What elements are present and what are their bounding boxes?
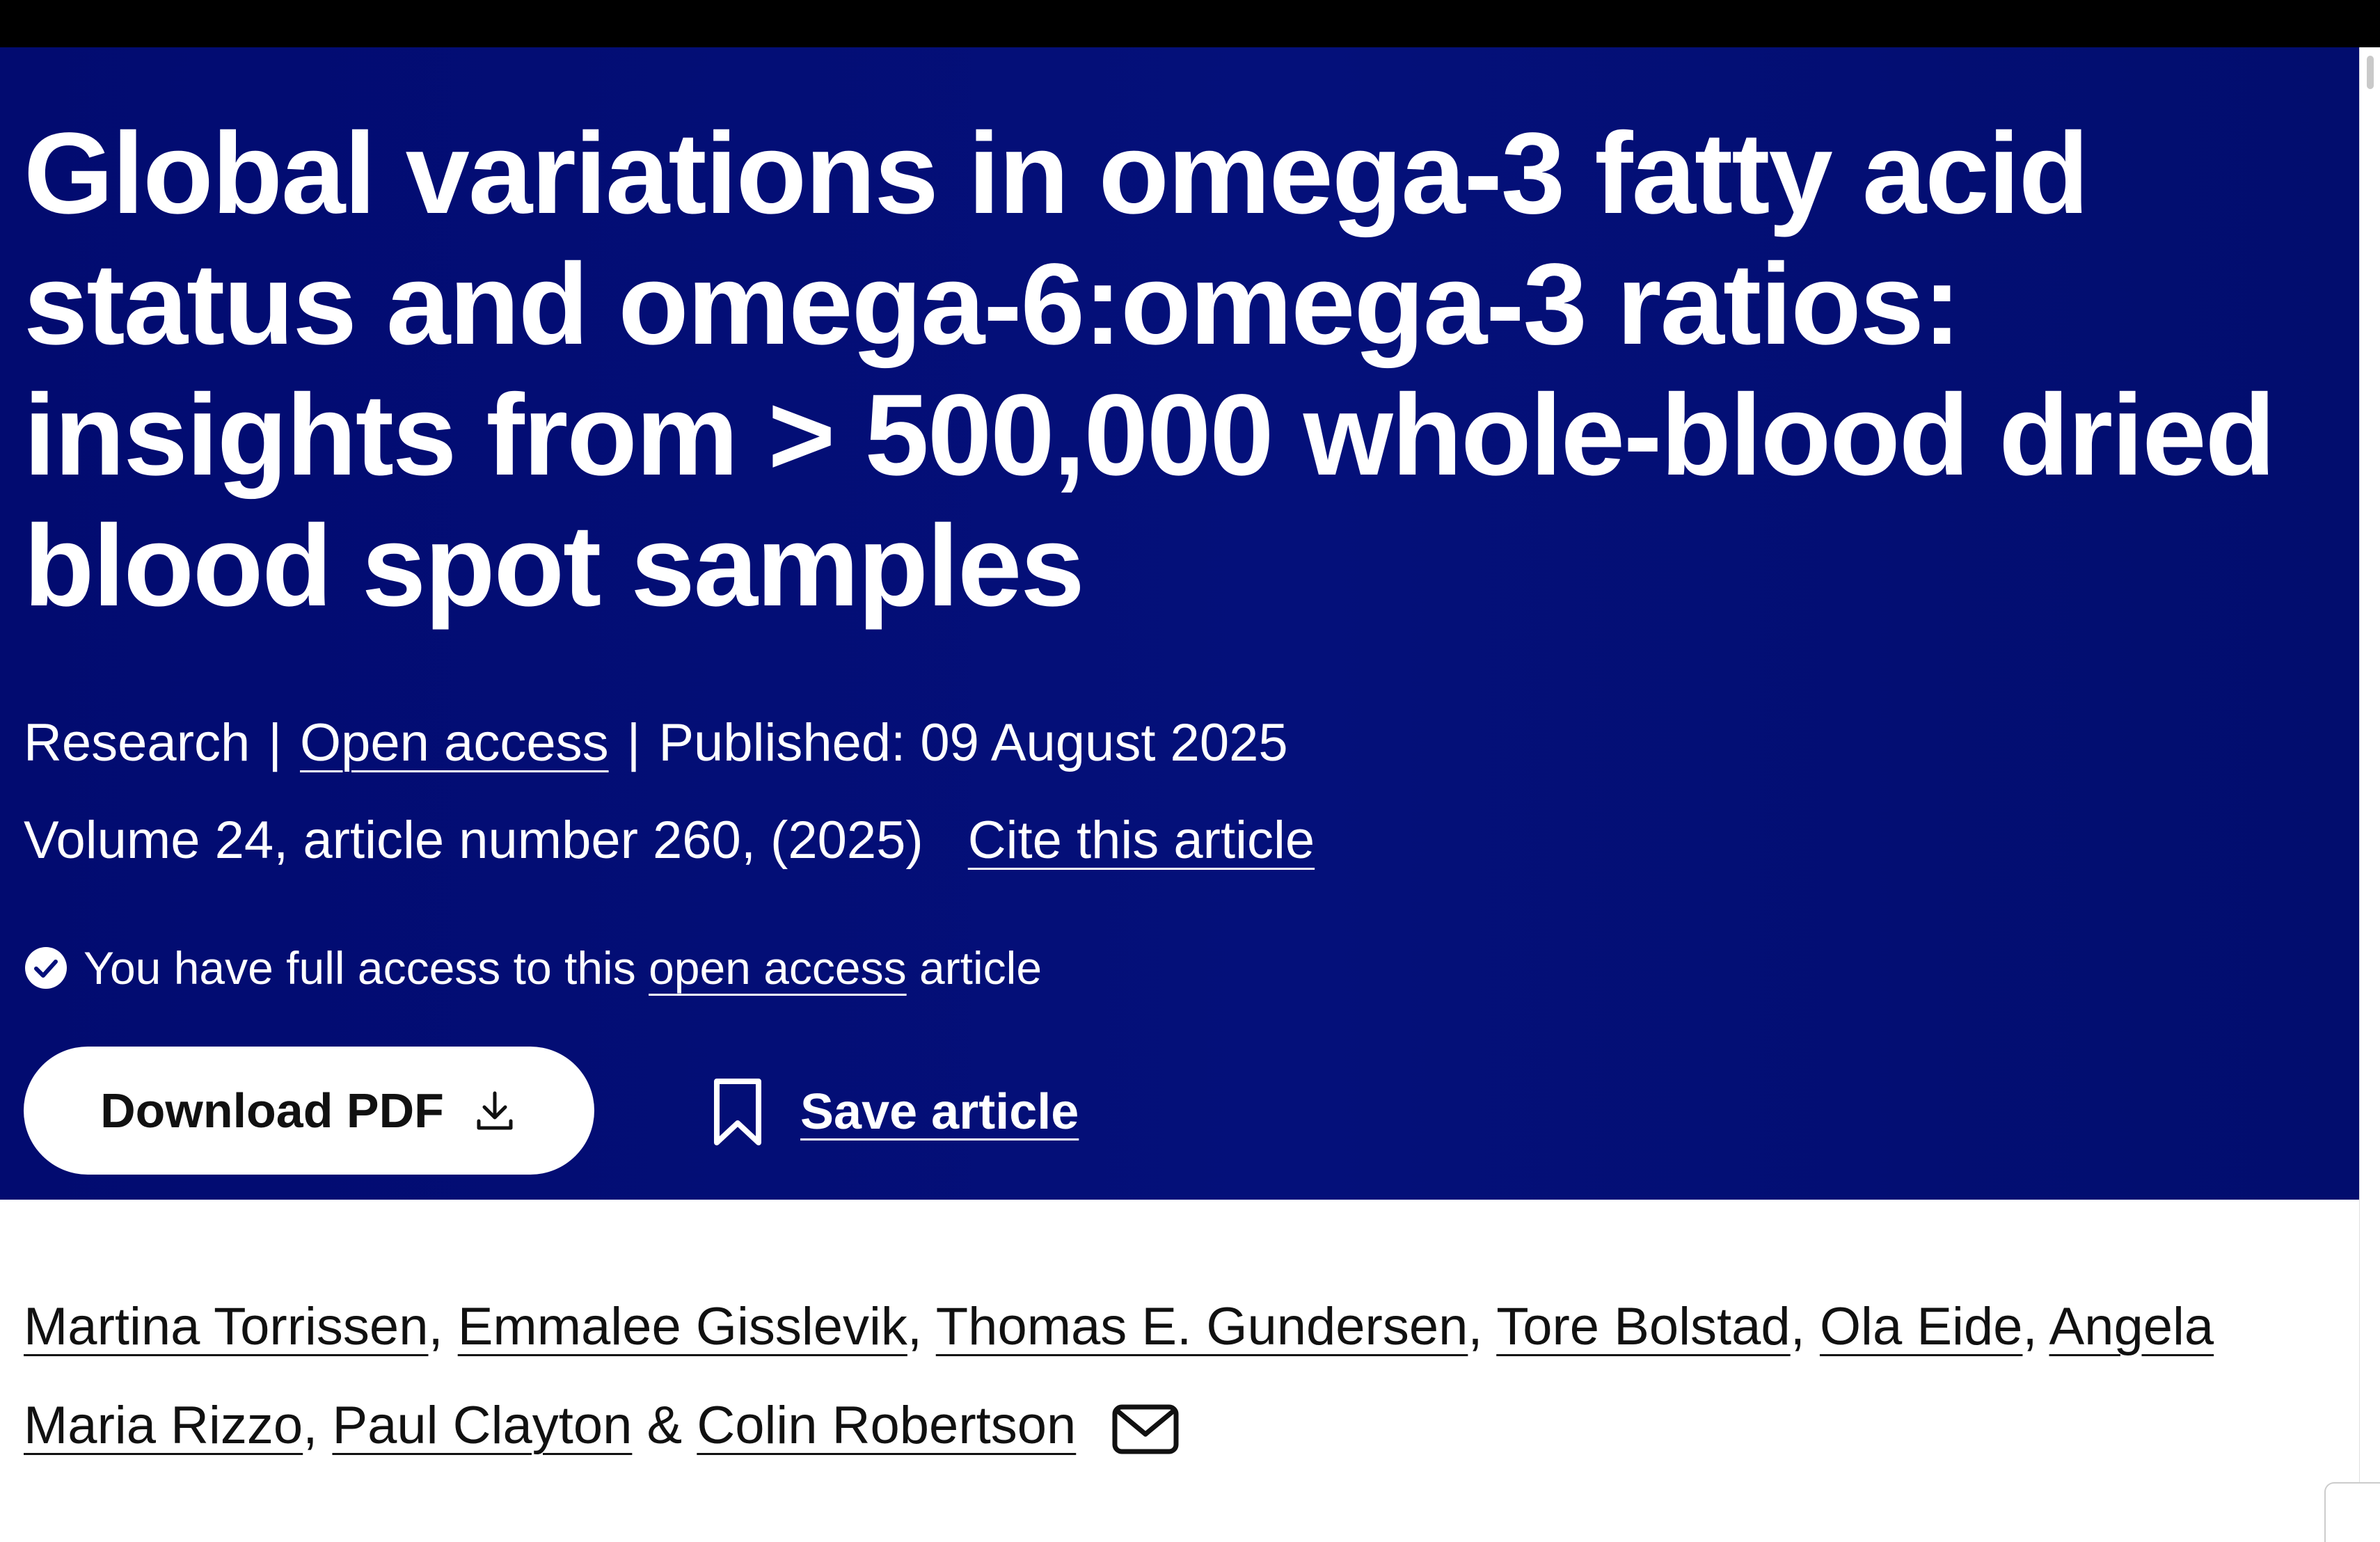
cite-this-article-link[interactable]: Cite this article xyxy=(968,811,1315,870)
author-separator: , xyxy=(2022,1297,2038,1356)
meta-separator: | xyxy=(268,713,283,772)
download-icon xyxy=(477,1091,513,1130)
article-type: Research xyxy=(24,713,251,772)
open-access-link[interactable]: Open access xyxy=(300,713,609,772)
check-circle-icon xyxy=(25,947,67,989)
bookmark-icon xyxy=(714,1079,761,1145)
article-title: Global variations in omega-3 fatty acid … xyxy=(24,109,2276,630)
author-separator: , xyxy=(428,1297,443,1356)
article-citation-row: Volume 24, article number 260, (2025) Cit… xyxy=(24,806,1315,875)
article-meta: Research | Open access | Published: 09 Augus… xyxy=(24,708,1288,778)
access-text-suffix: article xyxy=(919,942,1042,994)
corresponding-author-link[interactable]: Colin Robertson xyxy=(697,1396,1076,1455)
author-link[interactable]: Martina Torrissen xyxy=(24,1297,428,1356)
author-separator: , xyxy=(1790,1297,1805,1356)
author-link[interactable]: Paul Clayton xyxy=(332,1396,632,1455)
author-link[interactable]: Ola Eide xyxy=(1820,1297,2023,1356)
access-open-access-link[interactable]: open access xyxy=(649,937,907,999)
browser-top-bar xyxy=(0,0,2380,47)
author-link[interactable]: Thomas E. Gundersen xyxy=(936,1297,1468,1356)
meta-separator: | xyxy=(626,713,641,772)
download-pdf-label: Download PDF xyxy=(100,1083,444,1138)
author-link[interactable]: Emmalee Gisslevik xyxy=(458,1297,907,1356)
author-link[interactable]: Tore Bolstad xyxy=(1496,1297,1790,1356)
author-separator: , xyxy=(907,1297,922,1356)
download-pdf-button[interactable]: Download PDF xyxy=(24,1047,594,1175)
access-notice: You have full access to this open access… xyxy=(24,937,1042,999)
access-text-prefix: You have full access to this xyxy=(84,942,636,994)
author-separator: , xyxy=(303,1396,318,1455)
author-separator: , xyxy=(1468,1297,1483,1356)
floating-widget-edge[interactable] xyxy=(2324,1482,2380,1542)
mail-icon[interactable] xyxy=(1111,1404,1180,1455)
author-ampersand: & xyxy=(646,1396,683,1455)
scrollbar-thumb[interactable] xyxy=(2367,56,2374,89)
author-list: Martina Torrissen, Emmalee Gisslevik, Th… xyxy=(24,1278,2320,1475)
article-header: Global variations in omega-3 fatty acid … xyxy=(0,47,2359,1200)
save-article-label: Save article xyxy=(800,1084,1079,1140)
published-date: Published: 09 August 2025 xyxy=(658,713,1288,772)
save-article-button[interactable]: Save article xyxy=(710,1077,1079,1147)
vertical-scrollbar[interactable] xyxy=(2359,47,2380,1541)
volume-info: Volume 24, article number 260, (2025) xyxy=(24,811,923,870)
